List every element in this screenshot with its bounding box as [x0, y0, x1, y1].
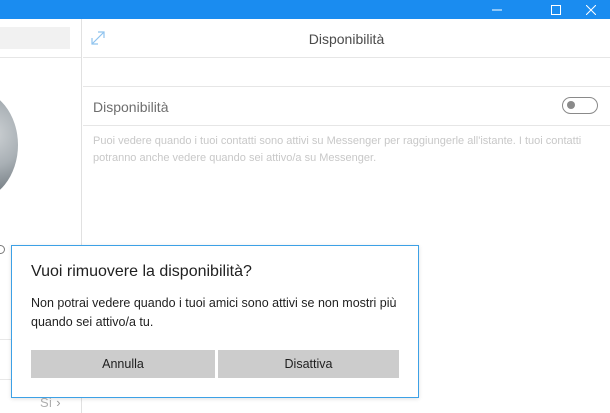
- search-input[interactable]: [0, 27, 70, 49]
- minimize-icon: [492, 9, 502, 10]
- minimize-button[interactable]: [478, 0, 516, 19]
- page-title: Disponibilità: [308, 31, 385, 47]
- maximize-icon: [551, 4, 561, 15]
- close-icon: [586, 4, 596, 15]
- divider: [83, 86, 610, 87]
- toggle-knob: [567, 101, 575, 109]
- divider: [83, 125, 610, 126]
- radio-icon[interactable]: [0, 245, 5, 254]
- close-button[interactable]: [572, 0, 610, 19]
- cancel-button[interactable]: Annulla: [31, 350, 215, 378]
- availability-setting-label: Disponibilità: [93, 99, 169, 115]
- confirm-dialog: Vuoi rimuovere la disponibilità? Non pot…: [11, 245, 419, 398]
- dialog-title: Vuoi rimuovere la disponibilità?: [31, 263, 252, 280]
- dialog-message: Non potrai vedere quando i tuoi amici so…: [31, 296, 397, 329]
- title-bar: [0, 0, 610, 19]
- maximize-button[interactable]: [537, 0, 575, 19]
- deactivate-button[interactable]: Disattiva: [218, 350, 399, 378]
- avatar: [0, 89, 18, 201]
- availability-description: Puoi vedere quando i tuoi contatti sono …: [93, 135, 582, 164]
- divider: [0, 57, 81, 58]
- availability-toggle[interactable]: [562, 97, 598, 114]
- panel-header: Disponibilità: [83, 19, 610, 58]
